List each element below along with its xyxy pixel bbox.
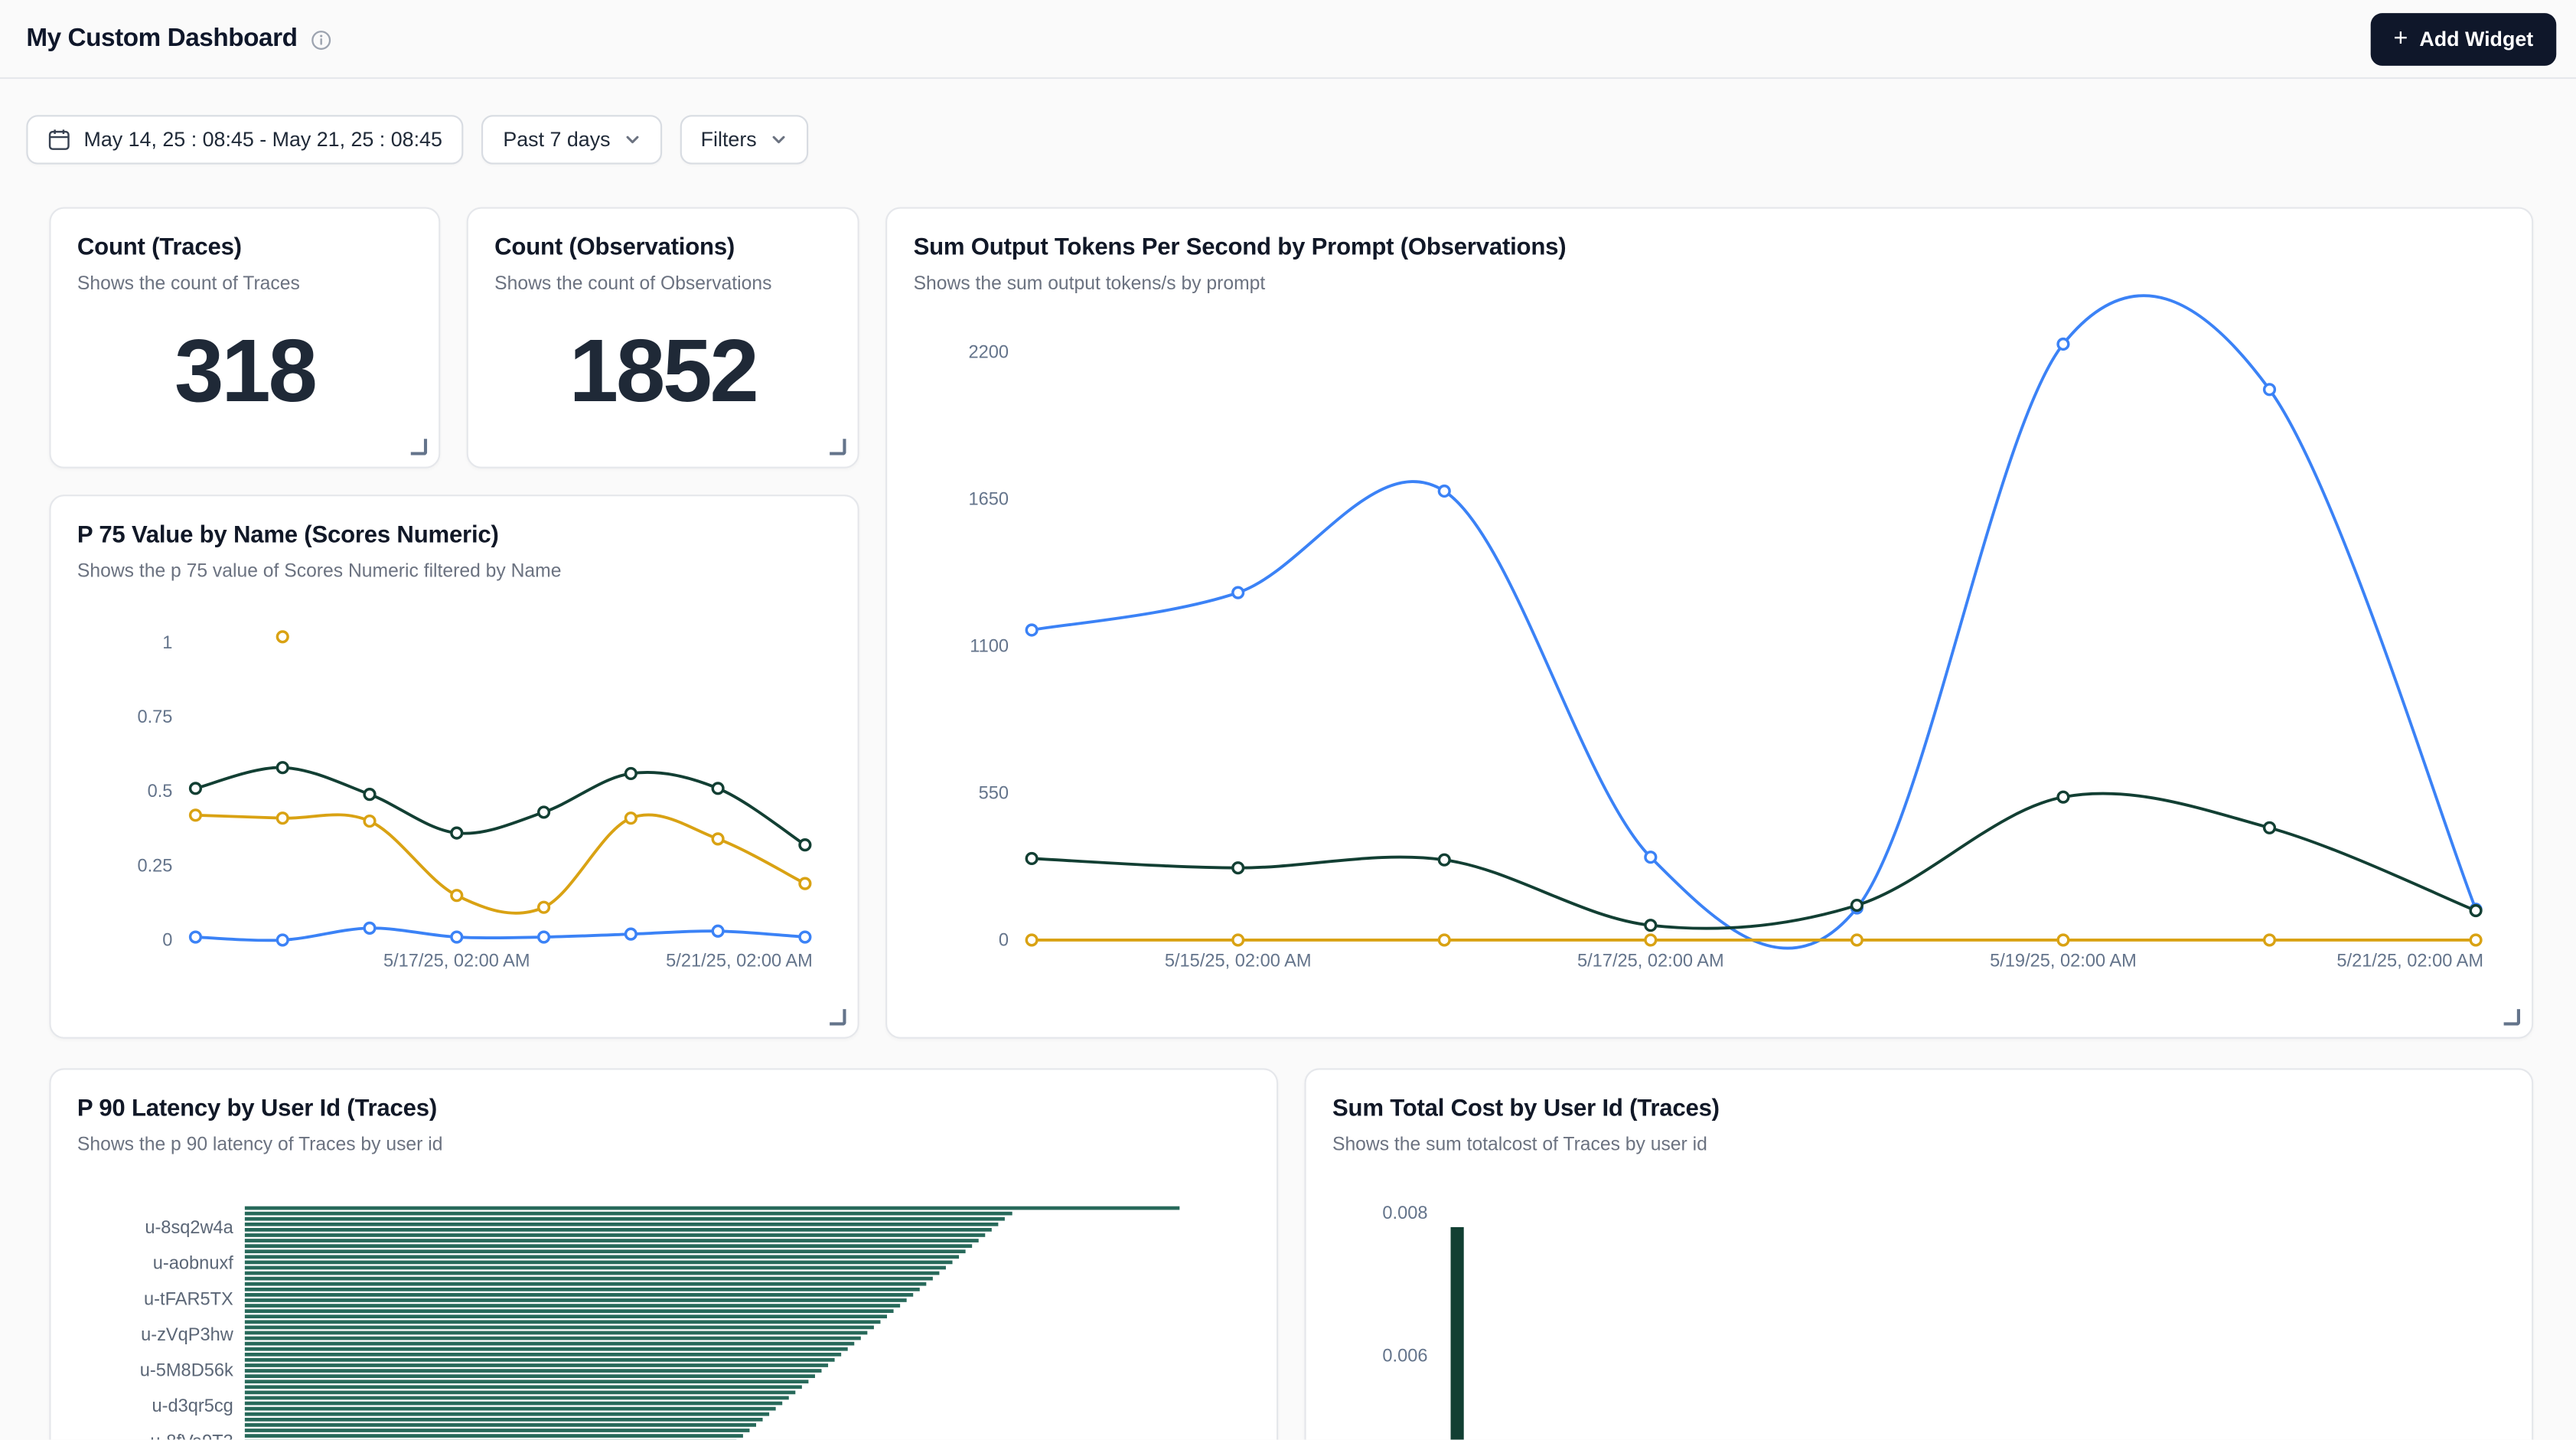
widget-card-count-observations: Count (Observations) Shows the count of …	[467, 207, 859, 468]
total-cost-bar-chart: 0.008 0.006	[1332, 1185, 2509, 1440]
widget-card-total-cost: Sum Total Cost by User Id (Traces) Shows…	[1304, 1068, 2533, 1439]
chevron-down-icon	[770, 132, 786, 148]
svg-text:5/17/25, 02:00 AM: 5/17/25, 02:00 AM	[383, 951, 530, 971]
date-preset-dropdown[interactable]: Past 7 days	[481, 115, 661, 164]
svg-text:5/19/25, 02:00 AM: 5/19/25, 02:00 AM	[1990, 951, 2137, 971]
svg-text:0.25: 0.25	[137, 856, 172, 876]
p75-value-line-chart: 0 0.25 0.5 0.75 1 5/17/25, 02:00 AM 5/21/25, 0…	[77, 598, 835, 978]
widget-title: Sum Total Cost by User Id (Traces)	[1332, 1096, 2506, 1122]
filters-label: Filters	[701, 128, 757, 151]
tokens-per-second-line-chart: 0 550 1100 1650 2200 5/15/25, 02:00 AM 5/17/25…	[914, 311, 2506, 978]
widget-title: Count (Traces)	[77, 235, 412, 261]
svg-text:u-zVqP3hw: u-zVqP3hw	[141, 1325, 234, 1345]
date-preset-label: Past 7 days	[503, 128, 610, 151]
svg-text:0.5: 0.5	[148, 782, 173, 802]
widget-card-p90-latency: P 90 Latency by User Id (Traces) Shows t…	[49, 1068, 1278, 1439]
filters-dropdown[interactable]: Filters	[680, 115, 808, 164]
date-range-label: May 14, 25 : 08:45 - May 21, 25 : 08:45	[83, 128, 442, 151]
svg-text:1100: 1100	[970, 636, 1009, 656]
page-title: My Custom Dashboard	[26, 24, 297, 54]
widget-card-p75-value: P 75 Value by Name (Scores Numeric) Show…	[49, 495, 859, 1039]
svg-text:0.75: 0.75	[137, 707, 172, 727]
svg-text:5/21/25, 02:00 AM: 5/21/25, 02:00 AM	[2336, 951, 2483, 971]
date-range-button[interactable]: May 14, 25 : 08:45 - May 21, 25 : 08:45	[26, 115, 463, 164]
metric-value: 318	[77, 327, 412, 416]
svg-text:550: 550	[979, 783, 1009, 803]
widget-subtitle: Shows the p 75 value of Scores Numeric f…	[77, 562, 831, 582]
resize-handle[interactable]	[830, 439, 846, 455]
widget-subtitle: Shows the count of Traces	[77, 274, 412, 294]
svg-text:u-8fVa9T3: u-8fVa9T3	[150, 1432, 233, 1440]
svg-text:5/17/25, 02:00 AM: 5/17/25, 02:00 AM	[1577, 951, 1724, 971]
svg-text:u-d3qr5cg: u-d3qr5cg	[152, 1396, 233, 1416]
widget-card-tokens-per-second: Sum Output Tokens Per Second by Prompt (…	[885, 207, 2533, 1038]
p90-latency-bar-chart: u-8sq2w4a u-aobnuxf u-tFAR5TX u-zVqP3hw u-5M…	[77, 1185, 1254, 1440]
widget-title: Sum Output Tokens Per Second by Prompt (…	[914, 235, 2506, 261]
svg-text:u-8sq2w4a: u-8sq2w4a	[145, 1218, 233, 1238]
filter-toolbar: May 14, 25 : 08:45 - May 21, 25 : 08:45 …	[26, 115, 807, 164]
svg-text:2200: 2200	[969, 342, 1009, 362]
svg-text:5/21/25, 02:00 AM: 5/21/25, 02:00 AM	[666, 951, 813, 971]
plus-icon: +	[2394, 25, 2408, 50]
svg-text:0: 0	[162, 930, 172, 950]
svg-text:0.006: 0.006	[1382, 1347, 1427, 1367]
info-icon[interactable]	[311, 29, 332, 51]
add-widget-button[interactable]: + Add Widget	[2370, 12, 2556, 65]
svg-text:1650: 1650	[969, 489, 1009, 509]
svg-text:1: 1	[162, 633, 172, 653]
svg-text:u-aobnuxf: u-aobnuxf	[153, 1254, 233, 1274]
resize-handle[interactable]	[830, 1009, 846, 1025]
widget-subtitle: Shows the p 90 latency of Traces by user…	[77, 1135, 1251, 1155]
calendar-icon	[47, 128, 70, 151]
svg-text:u-5M8D56k: u-5M8D56k	[140, 1360, 233, 1380]
svg-text:0.008: 0.008	[1382, 1203, 1427, 1223]
svg-text:u-tFAR5TX: u-tFAR5TX	[144, 1289, 233, 1309]
metric-value: 1852	[494, 327, 831, 416]
widget-subtitle: Shows the sum output tokens/s by prompt	[914, 274, 2506, 294]
svg-text:0: 0	[999, 930, 1009, 950]
resize-handle[interactable]	[2504, 1009, 2520, 1025]
svg-text:5/15/25, 02:00 AM: 5/15/25, 02:00 AM	[1165, 951, 1312, 971]
widget-card-count-traces: Count (Traces) Shows the count of Traces…	[49, 207, 440, 468]
widget-subtitle: Shows the sum totalcost of Traces by use…	[1332, 1135, 2506, 1155]
widget-title: Count (Observations)	[494, 235, 831, 261]
widget-title: P 90 Latency by User Id (Traces)	[77, 1096, 1251, 1122]
widget-title: P 75 Value by Name (Scores Numeric)	[77, 523, 831, 549]
add-widget-label: Add Widget	[2419, 27, 2533, 50]
page-header: My Custom Dashboard + Add Widget	[0, 0, 2576, 79]
dashboard-page: My Custom Dashboard + Add Widget	[0, 0, 2576, 1440]
chevron-down-icon	[624, 132, 640, 148]
resize-handle[interactable]	[411, 439, 427, 455]
widget-subtitle: Shows the count of Observations	[494, 274, 831, 294]
